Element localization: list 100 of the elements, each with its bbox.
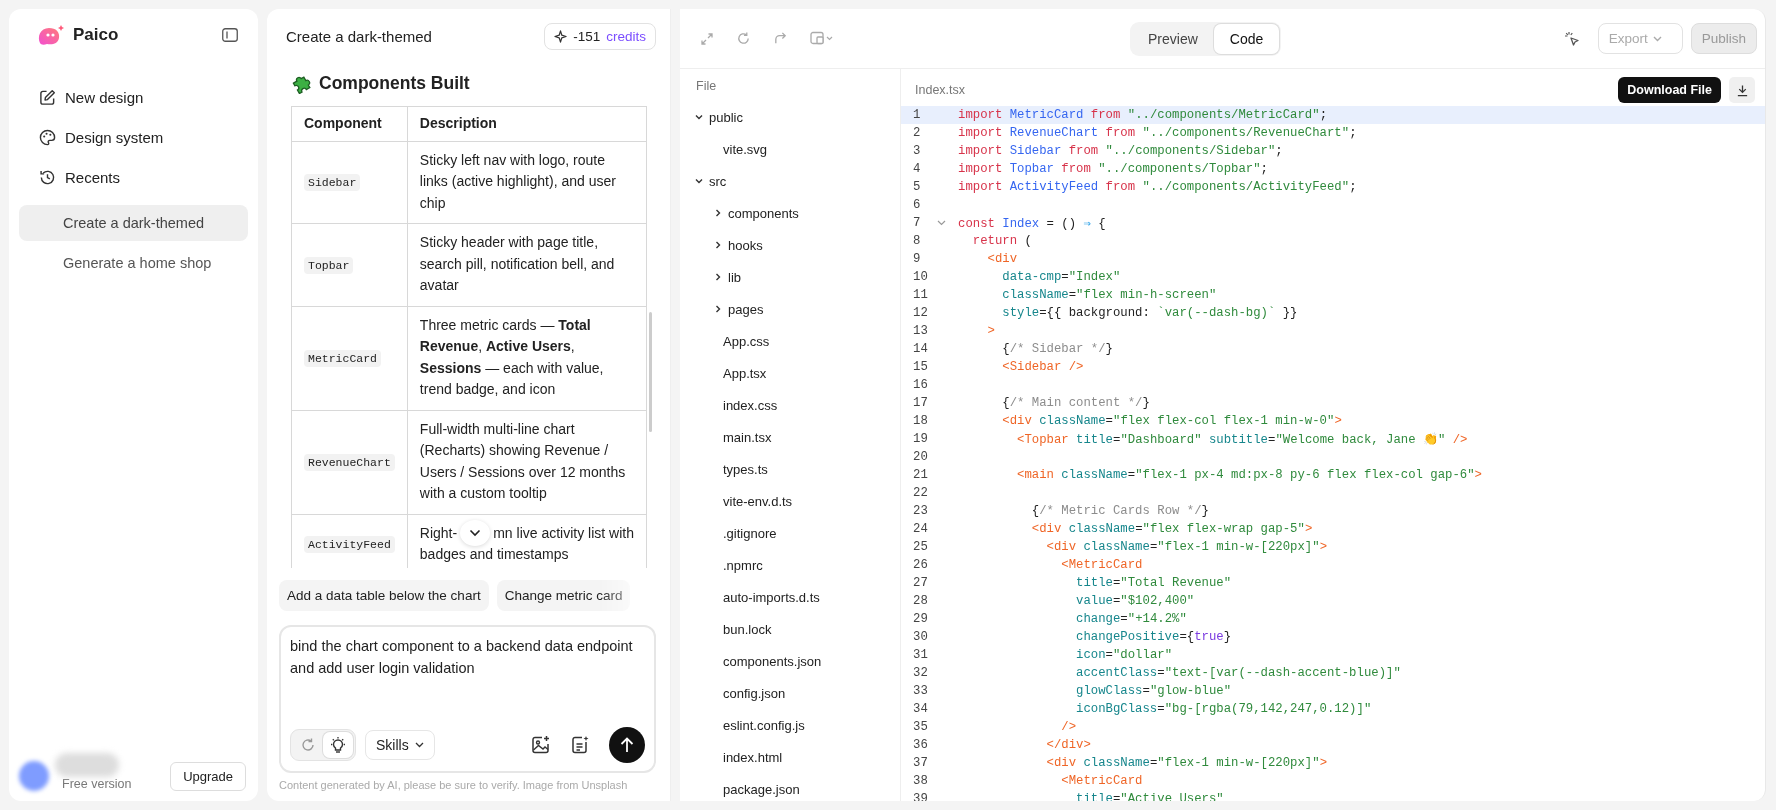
folder-name[interactable]: pages	[728, 301, 764, 317]
column-header: Component	[291, 106, 408, 141]
view-tab[interactable]: Preview	[1132, 23, 1214, 54]
image-add-icon[interactable]	[531, 735, 551, 755]
code-line: import MetricCard from "../components/MetricCard";	[958, 108, 1327, 122]
palette-icon	[39, 128, 56, 146]
chevron-right-icon[interactable]	[713, 240, 723, 250]
edit-icon	[39, 88, 56, 106]
file-name[interactable]: config.json	[723, 685, 786, 701]
chevron-down-icon[interactable]	[694, 176, 704, 186]
section-heading: Components Built	[319, 72, 470, 94]
upgrade-button[interactable]: Upgrade	[170, 762, 246, 791]
line-number: 27	[912, 576, 929, 590]
nav-item[interactable]: Design system	[19, 117, 248, 157]
code-line: glowClass="glow-blue"	[1075, 684, 1232, 698]
description-text: Right-	[419, 523, 458, 543]
file-name[interactable]: .gitignore	[723, 525, 777, 541]
recent-item[interactable]: Create a dark-themed	[19, 205, 248, 241]
send-button[interactable]	[609, 727, 645, 763]
fold-caret-icon[interactable]	[937, 220, 946, 226]
line-number: 30	[912, 630, 929, 644]
file-name[interactable]: main.tsx	[723, 429, 772, 445]
code-line: className="flex min-h-screen"	[1001, 288, 1217, 302]
file-name[interactable]: eslint.config.js	[723, 717, 805, 733]
note-add-icon[interactable]	[570, 735, 590, 755]
folder-name[interactable]: components	[728, 205, 799, 221]
description-cell: Sticky header with page title, search pill, notification bell, and avatar	[407, 223, 647, 306]
file-name[interactable]: App.tsx	[723, 365, 767, 381]
sidebar-toggle-icon[interactable]	[222, 28, 238, 42]
scroll-down-button[interactable]	[460, 520, 491, 547]
file-name[interactable]: .npmrc	[723, 557, 763, 573]
file-name[interactable]: index.css	[723, 397, 778, 413]
code-line: >	[986, 324, 995, 338]
lightbulb-icon	[329, 736, 347, 754]
nav-item[interactable]: New design	[19, 77, 248, 117]
file-name[interactable]: vite.svg	[723, 141, 768, 157]
line-number: 24	[912, 522, 929, 536]
line-number: 6	[912, 198, 922, 212]
arrow-up-icon	[619, 736, 635, 754]
skills-dropdown[interactable]: Skills	[365, 730, 435, 760]
code-line: <div className="flex flex-col flex-1 min-w-0">	[1001, 414, 1342, 428]
view-tab[interactable]: Code	[1213, 23, 1280, 54]
line-number: 13	[912, 324, 929, 338]
mode-button[interactable]	[323, 732, 353, 758]
line-number: 15	[912, 360, 929, 374]
code-line: icon="dollar"	[1075, 648, 1173, 662]
credits-badge[interactable]: -151 credits	[544, 22, 656, 50]
code-line: <Topbar title="Dashboard" subtitle="Welcome back, Jane 👏" />	[1016, 431, 1468, 447]
file-name[interactable]: vite-env.d.ts	[723, 493, 793, 509]
folder-name[interactable]: lib	[728, 269, 741, 285]
tree-header: File	[695, 78, 718, 95]
avatar	[19, 761, 49, 791]
chevron-right-icon[interactable]	[713, 272, 723, 282]
file-name[interactable]: types.ts	[723, 461, 768, 477]
mode-toggle[interactable]	[290, 729, 356, 761]
line-number: 18	[912, 414, 929, 428]
file-name[interactable]: auto-imports.d.ts	[723, 589, 820, 605]
file-name[interactable]: bun.lock	[723, 621, 772, 637]
scrollbar[interactable]	[649, 312, 652, 432]
suggestion-chip[interactable]: Add a data table below the chart	[279, 580, 489, 611]
recent-item[interactable]: Generate a home shop	[19, 245, 248, 281]
description-cell: Full-width multi-line chart (Recharts) showing Revenue / Users / Sessions over 12 months with a custom tooltip	[407, 410, 647, 514]
component-name: RevenueChart	[304, 453, 395, 471]
line-number: 37	[912, 756, 929, 770]
folder-name[interactable]: src	[709, 173, 727, 189]
nav-label: Design system	[65, 128, 164, 146]
file-name[interactable]: index.html	[723, 749, 783, 765]
code-line: {/* Sidebar */}	[1001, 342, 1113, 356]
chevron-down-icon	[469, 529, 482, 538]
cursor-click-icon[interactable]	[1563, 30, 1580, 47]
logo-icon	[37, 23, 65, 47]
description-cell: Three metric cards — Total Revenue, Active Users, Sessions — each with value, trend badge, and icon	[407, 306, 647, 410]
suggestion-chip[interactable]: Change metric card	[496, 580, 631, 611]
line-number: 22	[912, 486, 929, 500]
nav-item[interactable]: Recents	[19, 157, 248, 197]
file-name[interactable]: components.json	[723, 653, 822, 669]
file-name[interactable]: package.json	[723, 781, 800, 797]
code-line: title="Total Revenue"	[1075, 576, 1232, 590]
code-line: data-cmp="Index"	[1001, 270, 1121, 284]
line-number: 4	[912, 162, 922, 176]
line-number: 32	[912, 666, 929, 680]
chevron-down-icon[interactable]	[694, 112, 704, 122]
prompt-box[interactable]: bind the chart component to a backend data endpoint and add user login validation Skills	[279, 625, 656, 773]
line-number: 17	[912, 396, 929, 410]
chevron-right-icon[interactable]	[713, 304, 723, 314]
folder-name[interactable]: hooks	[728, 237, 763, 253]
folder-name[interactable]: public	[709, 109, 743, 125]
brand-name: Paico	[73, 25, 119, 45]
download-button[interactable]	[1729, 77, 1755, 103]
download-icon	[1735, 83, 1749, 97]
line-number: 38	[912, 774, 929, 788]
description-text: badges and timestamps	[419, 546, 569, 562]
column-header: Description	[407, 106, 647, 141]
file-name[interactable]: App.css	[723, 333, 770, 349]
chevron-right-icon[interactable]	[713, 208, 723, 218]
code-line: {/* Main content */}	[1001, 396, 1150, 410]
plan-label: Free version	[62, 777, 132, 791]
line-number: 29	[912, 612, 929, 626]
code-line: accentClass="text-[var(--dash-accent-blue)]"	[1075, 666, 1401, 680]
blurred-name	[55, 753, 119, 777]
